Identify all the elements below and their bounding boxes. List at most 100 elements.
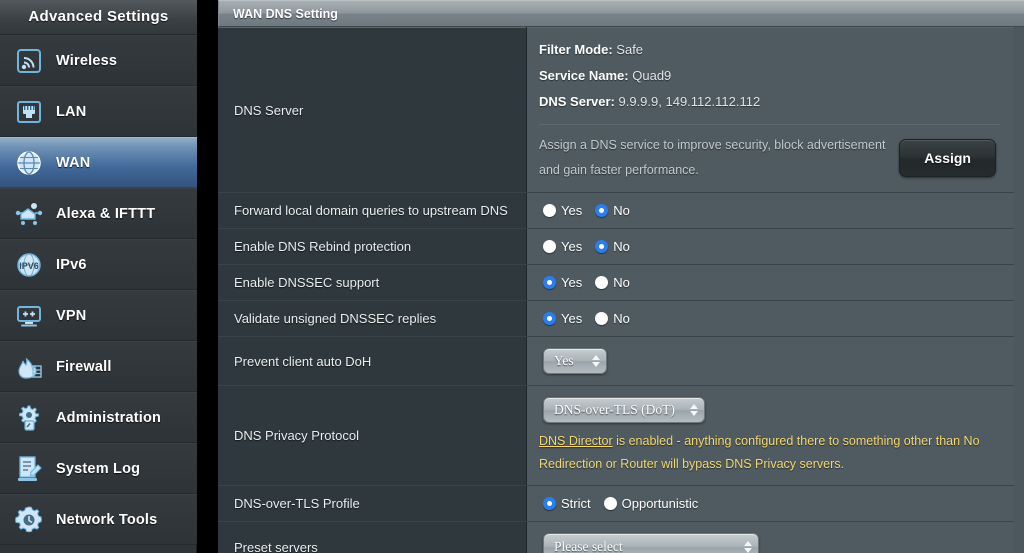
wireless-icon: [12, 44, 46, 78]
dns-server-value-cell: Filter Mode: Safe Service Name: Quad9 DN…: [526, 27, 1014, 193]
sidebar-item-alexa-ifttt[interactable]: Alexa & IFTTT: [0, 188, 197, 239]
table-row: Preset servers Please select: [218, 521, 1014, 553]
sidebar: Advanced Settings Wireless LAN WAN Alexa…: [0, 0, 197, 553]
radio-button[interactable]: [543, 240, 556, 253]
dnssec-yes-option[interactable]: Yes: [543, 275, 582, 290]
sidebar-item-firewall[interactable]: Firewall: [0, 341, 197, 392]
radio-label: No: [613, 311, 630, 326]
svg-text:IPV6: IPV6: [19, 261, 39, 271]
service-name-value: Quad9: [632, 68, 672, 83]
radio-label: Opportunistic: [621, 496, 699, 511]
validate-unsigned-no-option[interactable]: No: [595, 311, 630, 326]
table-row: DNS-over-TLS Profile Strict Opportunisti…: [218, 485, 1014, 522]
sidebar-item-system-log[interactable]: System Log: [0, 443, 197, 494]
prevent-doh-selected-value: Yes: [554, 353, 574, 368]
prevent-doh-value-cell: Yes: [526, 336, 1014, 386]
table-row: Validate unsigned DNSSEC replies Yes No: [218, 300, 1014, 337]
preset-servers-select-wrap: Please select: [539, 531, 1004, 553]
sidebar-item-label: WAN: [56, 154, 91, 171]
chevron-updown-icon: [744, 541, 752, 553]
forward-local-radio-group: Yes No: [539, 203, 1004, 218]
assign-button[interactable]: Assign: [899, 139, 996, 177]
rebind-value-cell: Yes No: [526, 228, 1014, 265]
forward-local-yes-option[interactable]: Yes: [543, 203, 582, 218]
dot-profile-value-cell: Strict Opportunistic: [526, 485, 1014, 522]
dnssec-radio-group: Yes No: [539, 275, 1004, 290]
router-admin-screen: Advanced Settings Wireless LAN WAN Alexa…: [0, 0, 1024, 553]
radio-button[interactable]: [603, 497, 617, 510]
rebind-radio-group: Yes No: [539, 239, 1004, 254]
dns-server-addresses: 9.9.9.9, 149.112.112.112: [618, 94, 761, 109]
radio-button[interactable]: [595, 240, 609, 253]
radio-label: Yes: [561, 203, 583, 218]
preset-servers-value-cell: Please select: [526, 521, 1014, 553]
chevron-updown-icon: [690, 404, 698, 416]
dns-server-address-line: DNS Server: 9.9.9.9, 149.112.112.112: [539, 89, 1004, 115]
preset-servers-select[interactable]: Please select: [543, 533, 759, 553]
sidebar-item-label: VPN: [56, 307, 87, 324]
radio-label: No: [613, 203, 630, 218]
sidebar-item-network-tools[interactable]: Network Tools: [0, 494, 197, 545]
radio-label: Yes: [561, 275, 583, 290]
dot-profile-opportunistic-option[interactable]: Opportunistic: [603, 496, 699, 511]
filter-mode-line: Filter Mode: Safe: [539, 37, 1004, 63]
forward-local-value-cell: Yes No: [526, 192, 1014, 229]
radio-label: Yes: [561, 311, 583, 326]
sidebar-item-administration[interactable]: Administration: [0, 392, 197, 443]
dot-profile-strict-option[interactable]: Strict: [543, 496, 591, 511]
filter-mode-key: Filter Mode:: [539, 42, 613, 57]
assign-row: Assign a DNS service to improve security…: [539, 133, 1004, 183]
rebind-no-option[interactable]: No: [595, 239, 630, 254]
table-row: Enable DNS Rebind protection Yes No: [218, 228, 1014, 265]
privacy-protocol-select-wrap: DNS-over-TLS (DoT): [539, 395, 1004, 425]
dnssec-no-option[interactable]: No: [595, 275, 630, 290]
dns-director-link[interactable]: DNS Director: [539, 434, 613, 448]
prevent-doh-select[interactable]: Yes: [543, 348, 607, 374]
dns-server-key: DNS Server:: [539, 94, 615, 109]
service-name-key: Service Name:: [539, 68, 629, 83]
validate-unsigned-yes-option[interactable]: Yes: [543, 311, 582, 326]
prevent-doh-label: Prevent client auto DoH: [218, 336, 527, 386]
validate-unsigned-value-cell: Yes No: [526, 300, 1014, 337]
radio-button[interactable]: [595, 312, 609, 325]
radio-button[interactable]: [595, 204, 609, 217]
main-panel: WAN DNS Setting DNS Server Filter Mode: …: [218, 0, 1024, 553]
sidebar-item-vpn[interactable]: VPN: [0, 290, 197, 341]
radio-button[interactable]: [595, 276, 609, 289]
sidebar-title: Advanced Settings: [0, 0, 197, 35]
lan-icon: [12, 95, 46, 129]
preset-servers-selected-value: Please select: [554, 539, 623, 553]
network-tools-icon: [12, 503, 46, 537]
sidebar-item-wireless[interactable]: Wireless: [0, 35, 197, 86]
dns-server-label: DNS Server: [218, 27, 527, 193]
sidebar-item-label: IPv6: [56, 256, 87, 273]
rebind-label: Enable DNS Rebind protection: [218, 228, 527, 265]
rebind-yes-option[interactable]: Yes: [543, 239, 582, 254]
forward-local-label: Forward local domain queries to upstream…: [218, 192, 527, 229]
radio-button[interactable]: [543, 204, 556, 217]
table-row: Enable DNSSEC support Yes No: [218, 264, 1014, 301]
sidebar-item-lan[interactable]: LAN: [0, 86, 197, 137]
alexa-ifttt-icon: [12, 197, 46, 231]
service-name-line: Service Name: Quad9: [539, 63, 1004, 89]
privacy-protocol-value-cell: DNS-over-TLS (DoT) DNS Director is enabl…: [526, 385, 1014, 486]
prevent-doh-select-wrap: Yes: [539, 346, 1004, 376]
forward-local-no-option[interactable]: No: [595, 203, 630, 218]
preset-servers-label: Preset servers: [218, 521, 527, 553]
radio-button[interactable]: [543, 312, 556, 325]
privacy-protocol-select[interactable]: DNS-over-TLS (DoT): [543, 397, 705, 423]
radio-label: Strict: [561, 496, 591, 511]
sidebar-item-ipv6[interactable]: IPV6 IPv6: [0, 239, 197, 290]
radio-button[interactable]: [543, 276, 556, 289]
sidebar-item-wan[interactable]: WAN: [0, 137, 197, 188]
administration-icon: [12, 401, 46, 435]
dot-profile-radio-group: Strict Opportunistic: [539, 496, 1004, 511]
firewall-icon: [12, 350, 46, 384]
assign-description: Assign a DNS service to improve security…: [539, 138, 886, 177]
filter-mode-value: Safe: [616, 42, 644, 57]
dot-profile-label: DNS-over-TLS Profile: [218, 485, 527, 522]
sidebar-item-label: Alexa & IFTTT: [56, 205, 156, 222]
radio-button[interactable]: [543, 497, 556, 510]
globe-icon: [12, 146, 46, 180]
sidebar-item-label: Network Tools: [56, 511, 158, 528]
